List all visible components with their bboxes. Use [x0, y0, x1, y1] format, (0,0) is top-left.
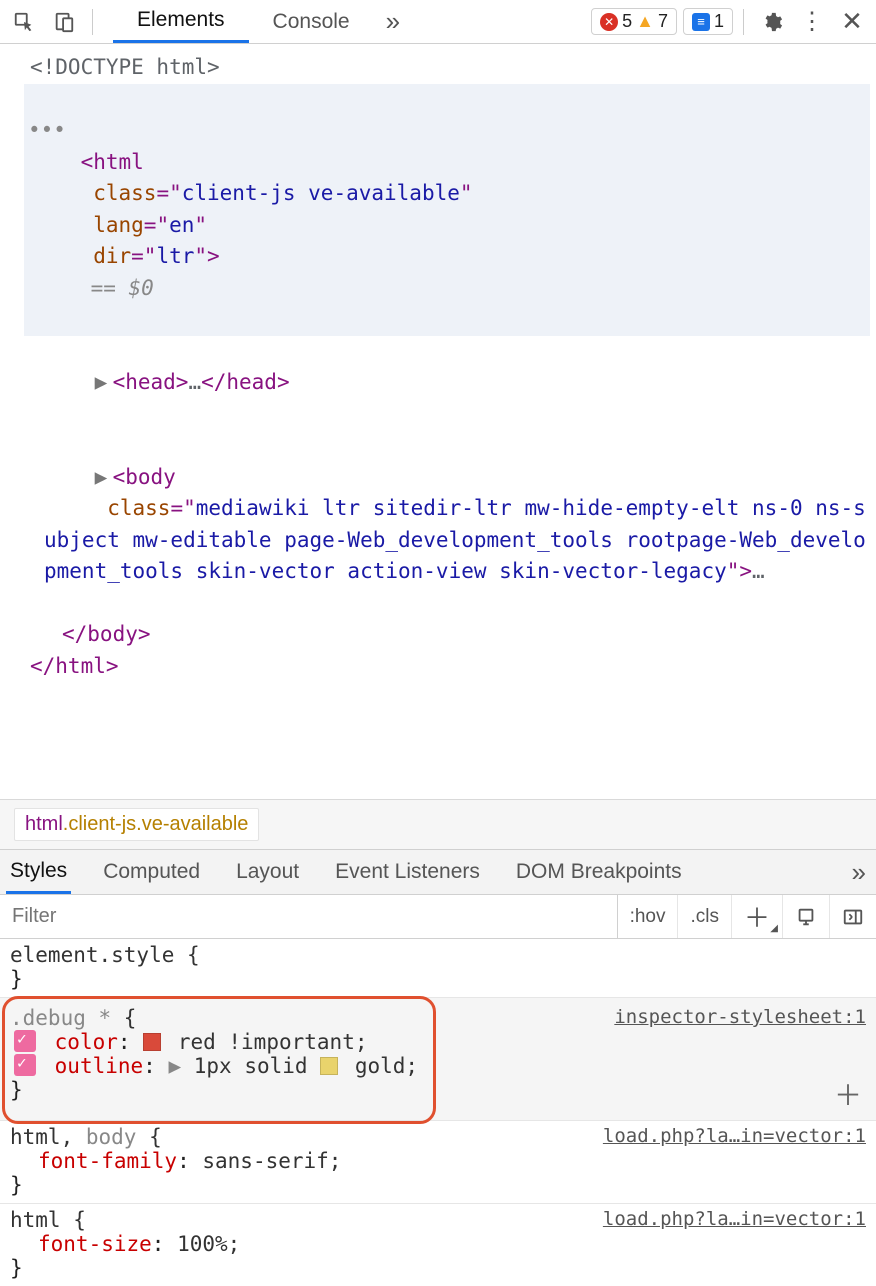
- style-declaration[interactable]: color: red !important;: [14, 1030, 866, 1054]
- issues-badge[interactable]: ≡ 1: [683, 8, 733, 35]
- devtools-topbar: Elements Console » ✕ 5 ▲ 7 ≡ 1 ⋮ ✕: [0, 0, 876, 44]
- subtab-event-listeners[interactable]: Event Listeners: [331, 850, 484, 894]
- property-checkbox[interactable]: [14, 1054, 36, 1076]
- body-close-line[interactable]: </body>: [62, 619, 870, 651]
- styles-toolbar: :hov .cls ＋◢: [0, 895, 876, 939]
- rule-source-link[interactable]: inspector-stylesheet:1: [614, 1006, 866, 1028]
- color-swatch-icon[interactable]: [320, 1057, 338, 1075]
- settings-icon[interactable]: [754, 4, 790, 40]
- rule-selector[interactable]: element.style {: [10, 943, 200, 967]
- style-rule[interactable]: element.style {}: [0, 939, 876, 998]
- close-icon[interactable]: ✕: [834, 4, 870, 40]
- rule-selector[interactable]: html {: [10, 1208, 86, 1232]
- add-property-button[interactable]: ＋: [834, 1074, 862, 1114]
- body-open-line[interactable]: ▶<body class="mediawiki ltr sitedir-ltr …: [44, 430, 870, 619]
- styles-filter-input[interactable]: [0, 895, 618, 938]
- separator: [743, 9, 744, 35]
- dom-tree[interactable]: <!DOCTYPE html> ••• <html class="client-…: [0, 44, 876, 799]
- tab-elements[interactable]: Elements: [113, 0, 249, 43]
- errors-badge[interactable]: ✕ 5 ▲ 7: [591, 8, 677, 35]
- warnings-count: 7: [658, 11, 668, 32]
- main-tabs: Elements Console »: [113, 0, 412, 43]
- rule-selector[interactable]: .debug * {: [10, 1006, 136, 1030]
- expand-toggle-icon[interactable]: ▶: [95, 462, 113, 494]
- device-styles-icon[interactable]: [783, 895, 830, 938]
- style-declaration[interactable]: outline: ▶ 1px solid gold;: [14, 1054, 866, 1078]
- error-icon: ✕: [600, 13, 618, 31]
- html-open-line[interactable]: ••• <html class="client-js ve-available"…: [24, 84, 870, 336]
- device-toggle-icon[interactable]: [46, 4, 82, 40]
- subtab-dom-breakpoints[interactable]: DOM Breakpoints: [512, 850, 686, 894]
- status-badges: ✕ 5 ▲ 7 ≡ 1: [591, 8, 733, 35]
- select-element-icon[interactable]: [6, 4, 42, 40]
- head-line[interactable]: ▶<head>…</head>: [44, 336, 870, 431]
- breadcrumb-item[interactable]: html.client-js.ve-available: [14, 808, 259, 841]
- color-swatch-icon[interactable]: [143, 1033, 161, 1051]
- style-rule[interactable]: inspector-stylesheet:1 .debug * { color:…: [0, 998, 876, 1121]
- styles-subtabs: Styles Computed Layout Event Listeners D…: [0, 849, 876, 895]
- property-checkbox[interactable]: [14, 1030, 36, 1052]
- doctype-line[interactable]: <!DOCTYPE html>: [30, 52, 870, 84]
- ellipsis-icon: •••: [28, 115, 66, 147]
- cls-button[interactable]: .cls: [678, 895, 732, 938]
- subtab-styles[interactable]: Styles: [6, 850, 71, 894]
- style-declaration[interactable]: font-family: sans-serif;: [38, 1149, 866, 1173]
- tab-console[interactable]: Console: [249, 0, 374, 43]
- style-declaration[interactable]: font-size: 100%;: [38, 1232, 866, 1256]
- issues-count: 1: [714, 11, 724, 32]
- tab-overflow[interactable]: »: [374, 0, 412, 43]
- rule-source-link[interactable]: load.php?la…in=vector:1: [603, 1125, 866, 1147]
- rule-source-link[interactable]: load.php?la…in=vector:1: [603, 1208, 866, 1230]
- subtab-layout[interactable]: Layout: [232, 850, 303, 894]
- errors-count: 5: [622, 11, 632, 32]
- hov-button[interactable]: :hov: [618, 895, 679, 938]
- expand-toggle-icon[interactable]: ▶: [95, 367, 113, 399]
- separator: [92, 9, 93, 35]
- new-style-rule-button[interactable]: ＋◢: [732, 895, 783, 938]
- style-rule[interactable]: load.php?la…in=vector:1 html { font-size…: [0, 1204, 876, 1286]
- breadcrumb: html.client-js.ve-available: [0, 799, 876, 849]
- selected-node-indicator: == $0: [91, 276, 154, 300]
- rule-selector[interactable]: html, body {: [10, 1125, 162, 1149]
- expand-shorthand-icon[interactable]: ▶: [168, 1054, 193, 1078]
- warning-icon: ▲: [636, 11, 654, 32]
- subtab-overflow[interactable]: »: [848, 850, 870, 894]
- style-rules: element.style {} inspector-stylesheet:1 …: [0, 939, 876, 1286]
- html-close-line[interactable]: </html>: [30, 651, 870, 683]
- subtab-computed[interactable]: Computed: [99, 850, 204, 894]
- style-rule[interactable]: load.php?la…in=vector:1 html, body { fon…: [0, 1121, 876, 1204]
- issues-icon: ≡: [692, 13, 710, 31]
- kebab-menu-icon[interactable]: ⋮: [794, 4, 830, 40]
- toggle-sidebar-icon[interactable]: [830, 895, 876, 938]
